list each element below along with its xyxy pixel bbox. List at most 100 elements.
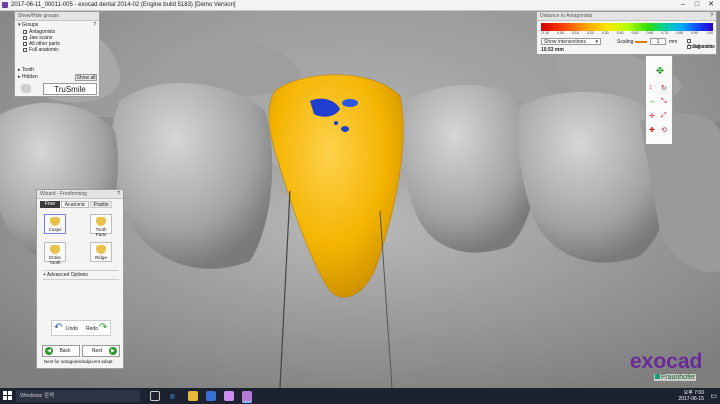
back-arrow-icon: ◀ [45,347,53,355]
exocad-logo: exocad Fraunhofer [630,351,720,388]
scale-tick-label: 1.00 [706,31,713,35]
distance-value: 10.53 mm [541,47,564,53]
edge-icon[interactable]: e [170,391,180,401]
show-all-button[interactable]: Show all [75,74,97,81]
view-top-icon[interactable]: ✛ [649,112,658,121]
next-label: Next [91,348,103,354]
tab-anatomic[interactable]: Anatomic [61,201,89,208]
redo-button[interactable]: Redo [86,326,98,332]
tab-free[interactable]: Free [40,201,60,208]
contact-area [341,126,349,132]
cusp-icon [50,217,60,226]
view-left-icon[interactable]: ↔ [649,98,658,107]
help-icon[interactable]: ? [117,191,120,197]
wizard-panel: Wizard - Freeforming ? Free Anatomic Pos… [36,189,124,369]
move-arrows-icon[interactable]: ✥ [652,64,668,80]
help-icon[interactable]: ? [93,22,96,28]
scaling-unit: mm [669,39,678,45]
scale-tick-label: -0.10 [541,31,549,35]
tool-entire-tooth[interactable]: Entire Tooth [44,242,66,265]
window-titlebar: 2017-06-11_00011-005 - exocad dental 201… [0,0,720,11]
scale-tick-label: 0.20 [586,31,594,35]
tooth-thumbnail-icon[interactable] [21,84,31,93]
minimize-icon[interactable]: – [676,0,690,10]
undo-button[interactable]: Undo [66,326,78,332]
tool-cusps[interactable]: Cusps [44,214,66,234]
view-rotate-icon[interactable]: ↻ [661,84,670,93]
show-hide-title: Show/Hide groups [15,12,99,21]
option-adjacents[interactable]: Adjacents [687,44,715,50]
view-occlusal-icon[interactable]: ✚ [649,126,658,135]
exocad-taskbar-icon-2[interactable] [242,391,252,403]
task-view-icon[interactable] [150,391,160,401]
scaling-input[interactable]: 1 [650,38,666,45]
tool-ridge[interactable]: Ridge [90,242,112,262]
back-button[interactable]: ◀ Back [42,345,80,357]
show-hide-panel: Show/Hide groups ▾ Groups ? Antagonists … [14,11,100,97]
fraunhofer-icon [655,374,660,379]
window-controls: – □ ✕ [676,0,718,10]
scale-tick-label: 0.40 [616,31,624,35]
view-right-icon[interactable]: ⤡ [661,98,670,107]
advanced-options-toggle[interactable]: + Advanced Options [43,270,119,280]
windows-start-icon[interactable] [3,391,13,401]
checkbox-checked-icon[interactable] [23,47,27,52]
close-icon[interactable]: ✕ [704,0,718,10]
scale-tick-label: 0.70 [661,31,669,35]
hidden-header[interactable]: ▸ Hidden [18,74,38,80]
groups-header[interactable]: ▾ Groups [18,22,38,28]
tool-label: Entire Tooth [49,255,61,265]
maximize-icon[interactable]: □ [690,0,704,10]
view-reset-icon[interactable]: ⟲ [661,126,670,135]
group-item-full-anatomic[interactable]: Full anatomic [23,47,59,53]
help-icon[interactable]: ? [710,13,713,19]
window-title: 2017-06-11_00011-005 - exocad dental 201… [11,2,236,8]
scale-tick-labels: -0.10 0.00 0.10 0.20 0.30 0.40 0.50 0.60… [541,31,713,35]
option-label: Adjacents [693,44,715,50]
scaling-slider[interactable] [635,41,647,43]
intersection-dropdown[interactable]: Show intersections ▾ [541,38,601,45]
notification-icon[interactable]: ▭ [710,392,717,400]
taskbar-search-input[interactable]: Windows 검색 [16,390,140,402]
next-button[interactable]: Next ▶ [82,345,120,357]
tooth-parts-icon [96,217,106,226]
tab-position[interactable]: Positio [90,201,112,208]
tool-label: Ridge [95,255,107,260]
windows-taskbar: Windows 검색 e 오후 7:00 2017-06-15 ▭ [0,388,720,404]
entire-tooth-icon [50,245,60,254]
scaling-label: Scaling [617,39,634,45]
exocad-app-icon [2,2,8,8]
scale-tick-label: 0.30 [601,31,609,35]
scale-tick-label: 0.50 [631,31,639,35]
chevron-down-icon: ▾ [595,39,598,45]
back-label: Back [59,348,71,354]
brand-name: exocad [630,350,703,373]
view-front-icon[interactable]: ↕ [649,84,658,93]
store-icon[interactable] [206,391,216,401]
scale-tick-label: 0.80 [676,31,684,35]
distance-title: Distance to Antagonists [537,12,716,21]
scale-tick-label: 0.90 [691,31,699,35]
checkbox-checked-icon[interactable] [23,29,27,34]
redo-icon[interactable]: ↷ [99,323,107,333]
checkbox-checked-icon[interactable] [687,38,691,43]
view-bottom-icon[interactable]: ⤢ [661,112,670,121]
wizard-title: Wizard - Freeforming [37,190,123,199]
tooth-header[interactable]: ▸ Tooth [18,67,34,73]
checkbox-checked-icon[interactable] [23,41,27,46]
undo-icon[interactable]: ↶ [54,323,62,333]
scale-tick-label: 0.00 [557,31,564,35]
scale-tick-label: 0.60 [646,31,654,35]
group-item-label: Full anatomic [29,47,59,53]
tool-tooth-parts[interactable]: Tooth Parts [90,214,112,237]
tool-label: Tooth Parts [95,227,107,237]
file-explorer-icon[interactable] [188,391,198,401]
trusmile-button[interactable]: TruSmile [43,83,97,95]
checkbox-checked-icon[interactable] [23,35,27,40]
checkbox-icon[interactable] [687,44,691,49]
3d-viewport[interactable]: Show/Hide groups ▾ Groups ? Antagonists … [0,11,720,388]
taskbar-clock[interactable]: 오후 7:00 2017-06-15 [678,390,704,402]
exocad-taskbar-icon[interactable] [224,391,234,401]
scale-tick-label: 0.10 [571,31,579,35]
hidden-label: Hidden [21,74,38,80]
